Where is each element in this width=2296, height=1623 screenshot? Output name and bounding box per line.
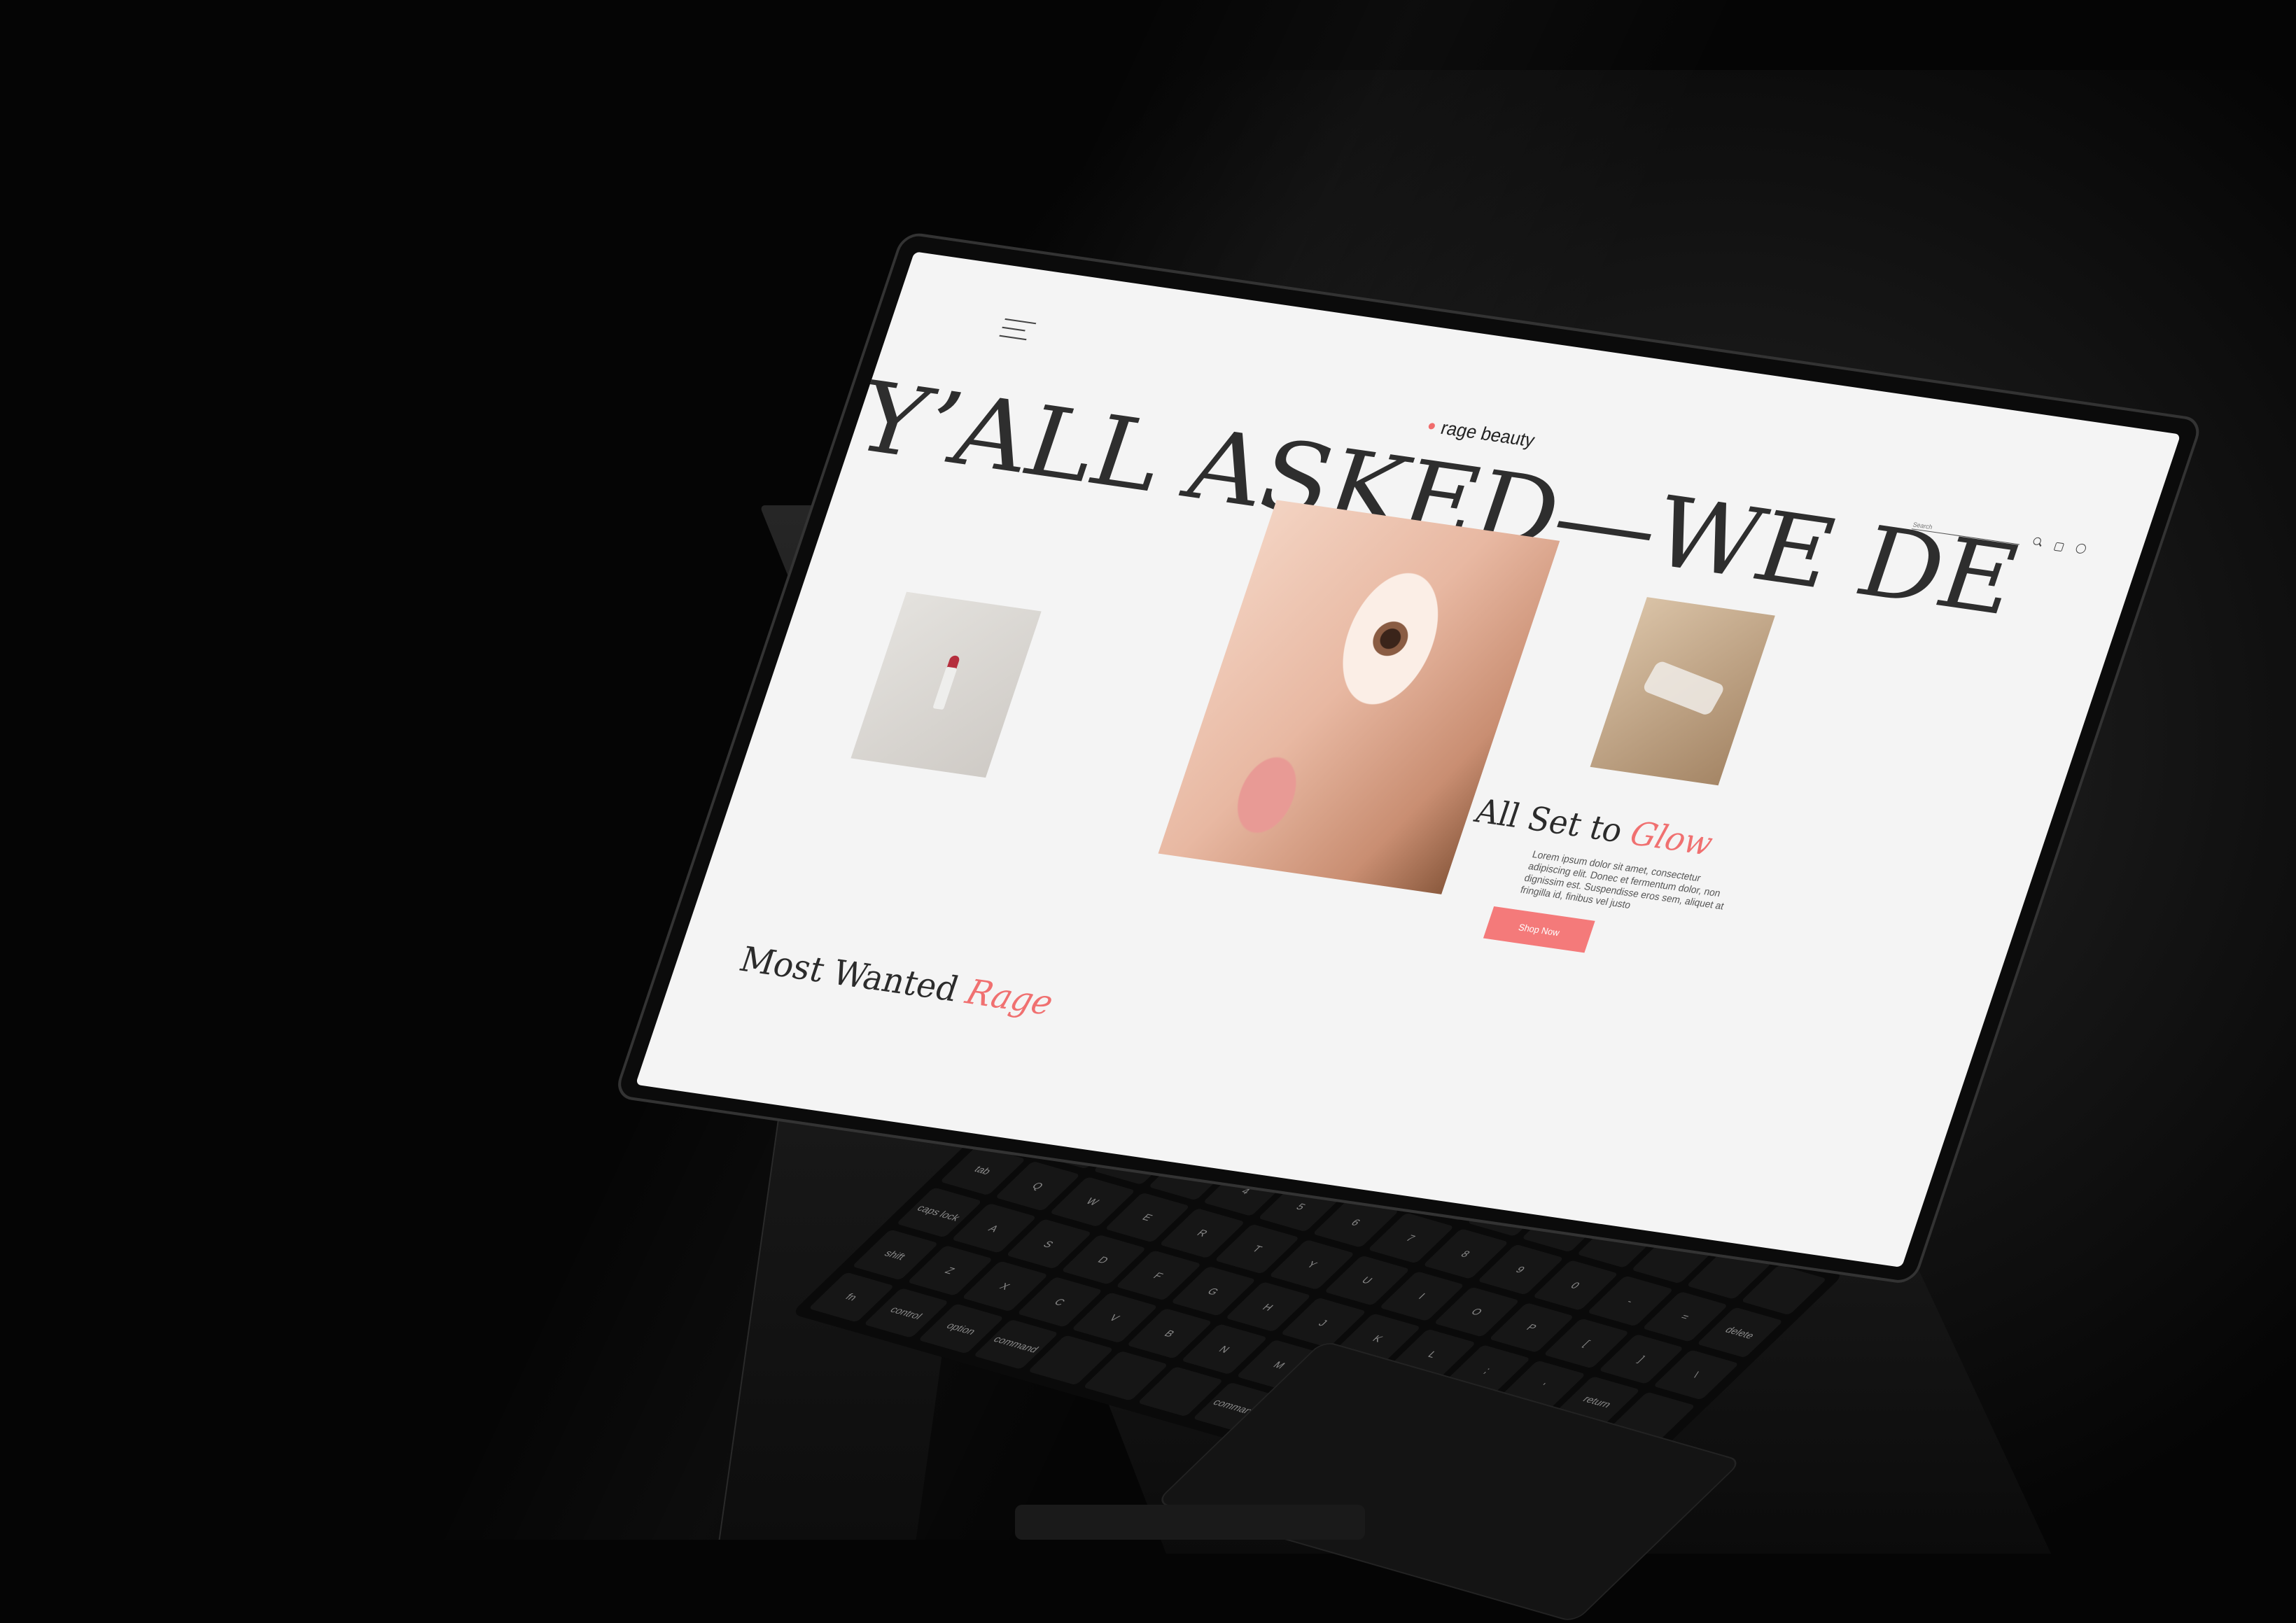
cart-icon[interactable] <box>2053 540 2066 551</box>
promo-title-prefix: All Set to <box>1470 791 1638 852</box>
laptop-screen: rage beauty Y’ALL ASKED—WE DE All Set to… <box>635 251 2181 1268</box>
laptop-lid: rage beauty Y’ALL ASKED—WE DE All Set to… <box>612 231 2205 1286</box>
floor-block <box>1015 1505 1365 1540</box>
section-title: Most Wanted Rage <box>735 939 1058 1023</box>
serum-bottle-image <box>1590 597 1775 786</box>
search-icon[interactable] <box>2031 537 2044 548</box>
section-title-prefix: Most Wanted <box>734 939 974 1011</box>
section-title-accent: Rage <box>960 972 1058 1023</box>
brand-dot-icon <box>1427 422 1436 430</box>
user-icon[interactable] <box>2075 543 2087 554</box>
promo-title-accent: Glow <box>1625 813 1718 863</box>
hamburger-icon[interactable] <box>998 318 1037 344</box>
shop-now-button[interactable]: Shop Now <box>1483 906 1595 953</box>
lipstick-image <box>850 591 1042 778</box>
promo-block: All Set to Glow Lorem ipsum dolor sit am… <box>1436 792 1739 969</box>
promo-title: All Set to Glow <box>1471 792 1740 866</box>
